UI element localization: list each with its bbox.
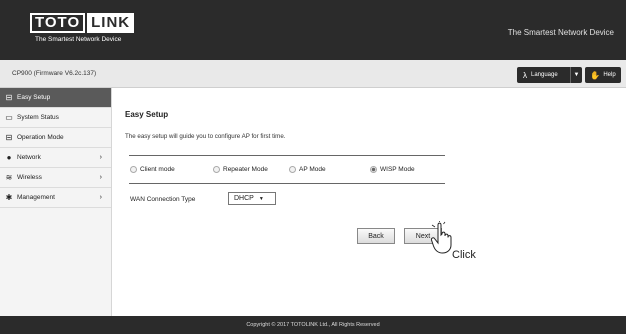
setup-icon: ⊟ [5, 93, 13, 102]
main-content: Easy Setup The easy setup will guide you… [125, 110, 445, 140]
totolink-logo: TOTO LINK The Smartest Network Device [30, 13, 135, 47]
top-header: TOTO LINK The Smartest Network Device Th… [0, 0, 626, 60]
ap-mode-option[interactable]: AP Mode [289, 166, 326, 173]
chevron-right-icon: › [99, 154, 102, 161]
logo-toto-text: TOTO [30, 13, 86, 33]
sidebar-item-label: System Status [17, 114, 59, 121]
sidebar-item-system-status[interactable]: ▭ System Status [0, 108, 111, 128]
repeater-mode-label: Repeater Mode [223, 166, 268, 173]
gear-icon: ✱ [5, 193, 13, 202]
sidebar-item-label: Management [17, 194, 55, 201]
sidebar-item-management[interactable]: ✱ Management › [0, 188, 111, 208]
chevron-down-icon: ▼ [570, 67, 582, 83]
sidebar-item-label: Wireless [17, 174, 42, 181]
wan-connection-type-label: WAN Connection Type [130, 196, 196, 203]
globe-icon: ● [6, 153, 12, 162]
wisp-mode-option[interactable]: WISP Mode [370, 166, 415, 173]
wan-connection-type-select[interactable]: DHCP ▼ [228, 192, 276, 205]
language-label: Language [531, 72, 558, 78]
sidebar-item-label: Network [17, 154, 41, 161]
monitor-icon: ▭ [5, 113, 13, 122]
wan-connection-type-value: DHCP [234, 195, 254, 202]
sidebar-item-easy-setup[interactable]: ⊟ Easy Setup [0, 88, 111, 108]
repeater-mode-option[interactable]: Repeater Mode [213, 166, 268, 173]
repeater-mode-radio[interactable] [213, 166, 220, 173]
sidebar-item-label: Operation Mode [17, 134, 64, 141]
sidebar: ⊟ Easy Setup ▭ System Status ⊟ Operation… [0, 88, 112, 316]
wifi-icon: ≋ [5, 173, 13, 182]
divider [129, 183, 445, 184]
client-mode-option[interactable]: Client mode [130, 166, 175, 173]
click-annotation: Click [452, 249, 476, 261]
help-label: Help [603, 72, 616, 78]
client-mode-label: Client mode [140, 166, 175, 173]
brand-slogan: The Smartest Network Device [507, 28, 614, 37]
wisp-mode-radio[interactable] [370, 166, 377, 173]
logo-link-text: LINK [87, 13, 135, 33]
help-button[interactable]: ✋ Help [585, 67, 621, 83]
sidebar-item-operation-mode[interactable]: ⊟ Operation Mode [0, 128, 111, 148]
firmware-version: CP900 (Firmware V6.2c.137) [12, 70, 97, 77]
footer-copyright: Copyright © 2017 TOTOLINK Ltd., All Righ… [0, 316, 626, 334]
language-icon: λ [523, 70, 527, 80]
logo-tagline: The Smartest Network Device [35, 36, 122, 43]
page-description: The easy setup will guide you to configu… [125, 133, 286, 140]
page-title: Easy Setup [125, 110, 169, 119]
ap-mode-label: AP Mode [299, 166, 326, 173]
back-button[interactable]: Back [357, 228, 395, 244]
wisp-mode-label: WISP Mode [380, 166, 415, 173]
sidebar-item-network[interactable]: ● Network › [0, 148, 111, 168]
language-button[interactable]: λ Language ▼ [517, 67, 582, 83]
chevron-right-icon: › [99, 194, 102, 201]
client-mode-radio[interactable] [130, 166, 137, 173]
sidebar-item-label: Easy Setup [17, 94, 51, 101]
mode-icon: ⊟ [5, 133, 13, 142]
divider [129, 155, 445, 156]
sidebar-item-wireless[interactable]: ≋ Wireless › [0, 168, 111, 188]
chevron-down-icon: ▼ [258, 195, 264, 202]
chevron-right-icon: › [99, 174, 102, 181]
ap-mode-radio[interactable] [289, 166, 296, 173]
sub-toolbar: CP900 (Firmware V6.2c.137) λ Language ▼ … [0, 60, 626, 88]
help-icon: ✋ [590, 70, 601, 80]
